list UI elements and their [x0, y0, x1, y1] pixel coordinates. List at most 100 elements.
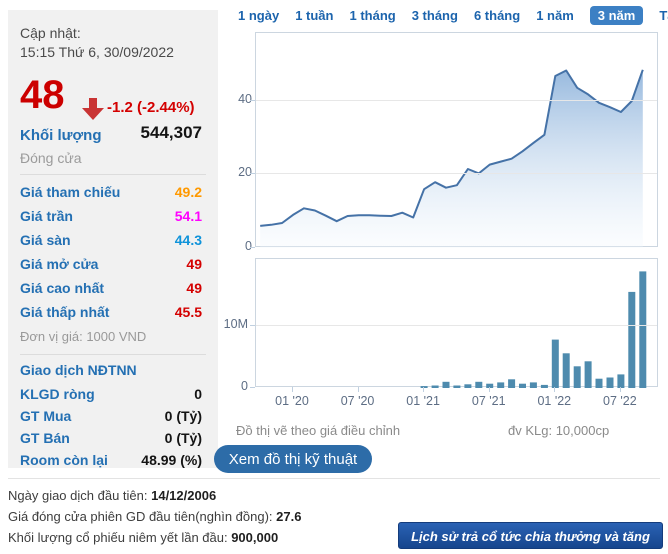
row-value: 54.1 — [175, 206, 202, 226]
divider — [20, 174, 206, 175]
range-tab[interactable]: 1 tháng — [349, 8, 395, 23]
update-label: Cập nhật: — [20, 24, 174, 43]
volume-bar — [585, 361, 592, 388]
price-gridline — [256, 100, 657, 101]
x-axis-tick — [489, 387, 490, 392]
volume-unit-note: đv KLg: 10,000cp — [508, 423, 609, 438]
price-y-tick — [250, 100, 255, 101]
table-row: Giá mở cửa49 — [20, 254, 202, 278]
quote-panel: Cập nhật: 15:15 Thứ 6, 30/09/2022 48 -1.… — [8, 10, 218, 468]
row-value: 0 (Tỷ) — [165, 406, 202, 426]
table-row: Giá thấp nhất45.5 — [20, 302, 202, 326]
volume-bar — [607, 378, 614, 389]
x-axis-tick — [358, 387, 359, 392]
price-gridline — [256, 173, 657, 174]
table-row: GT Bán 0 (Tỷ) — [20, 428, 202, 450]
update-datetime: 15:15 Thứ 6, 30/09/2022 — [20, 43, 174, 62]
volume-bar — [519, 384, 526, 388]
x-axis-label: 01 '22 — [528, 394, 580, 408]
row-label: Giá trần — [20, 208, 73, 224]
x-axis-label: 01 '20 — [266, 394, 318, 408]
row-value: 0 (Tỷ) — [165, 428, 202, 448]
price-area-chart — [256, 33, 659, 248]
row-label: GT Mua — [20, 408, 71, 424]
volume-bar — [497, 382, 504, 388]
dividend-history-button[interactable]: Lịch sử trả cổ tức chia thưởng và tăng v… — [398, 522, 663, 549]
table-row: Giá trần 54.1 — [20, 206, 202, 230]
volume-bar — [628, 292, 635, 388]
update-time-block: Cập nhật: 15:15 Thứ 6, 30/09/2022 — [20, 24, 174, 62]
range-tab[interactable]: Tất cả — [659, 8, 668, 23]
row-label: GT Bán — [20, 430, 70, 446]
row-label: Room còn lại — [20, 452, 108, 468]
x-axis-label: 07 '21 — [463, 394, 515, 408]
volume-bar — [508, 379, 515, 388]
listing-info-row: Ngày giao dịch đầu tiên: 14/12/2006 — [8, 485, 301, 506]
foreign-trading-title: Giao dịch NĐTNN — [20, 362, 137, 378]
row-label: Giá sàn — [20, 232, 71, 248]
volume-label: Khối lượng — [20, 127, 102, 144]
row-label: Giá thấp nhất — [20, 304, 109, 320]
range-tab[interactable]: 1 tuần — [295, 8, 333, 23]
range-tab[interactable]: 3 tháng — [412, 8, 458, 23]
volume-bar-chart — [256, 259, 659, 388]
table-row: Giá cao nhất 49 — [20, 278, 202, 302]
volume-bar — [541, 385, 548, 388]
price-table: Giá tham chiếu 49.2 Giá trần 54.1 Giá sàn 44.… — [20, 182, 202, 326]
row-label: Giá cao nhất — [20, 280, 104, 296]
technical-chart-button[interactable]: Xem đồ thị kỹ thuật — [214, 445, 372, 473]
range-tab[interactable]: 1 ngày — [238, 8, 279, 23]
row-value: 0 — [194, 384, 202, 404]
price-area-fill — [260, 70, 643, 248]
range-tab[interactable]: 3 năm — [590, 6, 644, 25]
volume-y-tick — [250, 387, 255, 388]
row-label: Giá tham chiếu — [20, 184, 120, 200]
listing-info-row: Giá đóng cửa phiên GD đầu tiên(nghìn đồn… — [8, 506, 301, 527]
row-value: 49.2 — [175, 182, 202, 202]
row-value: 44.3 — [175, 230, 202, 250]
price-y-axis-label: 20 — [226, 165, 252, 179]
table-row: KLGD ròng 0 — [20, 384, 202, 406]
volume-bar — [475, 382, 482, 388]
volume-bar — [617, 374, 624, 388]
volume-bar — [432, 386, 439, 389]
x-axis-tick — [554, 387, 555, 392]
price-y-axis-label: 40 — [226, 92, 252, 106]
adjusted-price-note: Đồ thị vẽ theo giá điều chỉnh — [236, 423, 400, 438]
volume-y-axis-label: 0 — [222, 379, 248, 393]
row-value: 49 — [186, 254, 202, 274]
volume-bar — [574, 366, 581, 388]
listing-info-row: Khối lượng cổ phiếu niêm yết lần đầu: 90… — [8, 527, 301, 548]
x-axis-tick — [620, 387, 621, 392]
divider — [20, 354, 206, 355]
volume-bar — [563, 353, 570, 388]
table-row: GT Mua 0 (Tỷ) — [20, 406, 202, 428]
price-unit-note: Đơn vị giá: 1000 VND — [20, 329, 146, 344]
price-change: -1.2 (-2.44%) — [107, 99, 195, 116]
range-tab[interactable]: 1 năm — [536, 8, 574, 23]
volume-bar — [443, 382, 450, 388]
time-range-tabs: 1 ngày 1 tuần 1 tháng 3 tháng 6 tháng 1 năm 3 … — [238, 5, 668, 25]
row-value: 48.99 (%) — [141, 450, 202, 470]
volume-gridline — [256, 325, 657, 326]
x-axis-tick — [292, 387, 293, 392]
last-price: 48 — [20, 74, 65, 116]
x-axis-label: 01 '21 — [397, 394, 449, 408]
volume-bar — [639, 271, 646, 388]
row-label: KLGD ròng — [20, 386, 95, 402]
volume-y-tick — [250, 325, 255, 326]
x-axis-label: 07 '22 — [594, 394, 646, 408]
row-value: 49 — [186, 278, 202, 298]
range-tab[interactable]: 6 tháng — [474, 8, 520, 23]
x-axis-tick — [423, 387, 424, 392]
volume-bar — [596, 379, 603, 388]
stock-quote-page: Cập nhật: 15:15 Thứ 6, 30/09/2022 48 -1.… — [0, 0, 668, 554]
volume-bar — [453, 386, 460, 389]
price-y-tick — [250, 247, 255, 248]
listing-info-block: Ngày giao dịch đầu tiên: 14/12/2006Giá đ… — [8, 485, 301, 548]
table-row: Room còn lại 48.99 (%) — [20, 450, 202, 472]
volume-bar — [530, 382, 537, 388]
foreign-trading-table: KLGD ròng0GT Mua0 (Tỷ)GT Bán0 (Tỷ)Room c… — [20, 384, 202, 472]
x-axis-label: 07 '20 — [332, 394, 384, 408]
volume-value: 544,307 — [141, 123, 202, 143]
